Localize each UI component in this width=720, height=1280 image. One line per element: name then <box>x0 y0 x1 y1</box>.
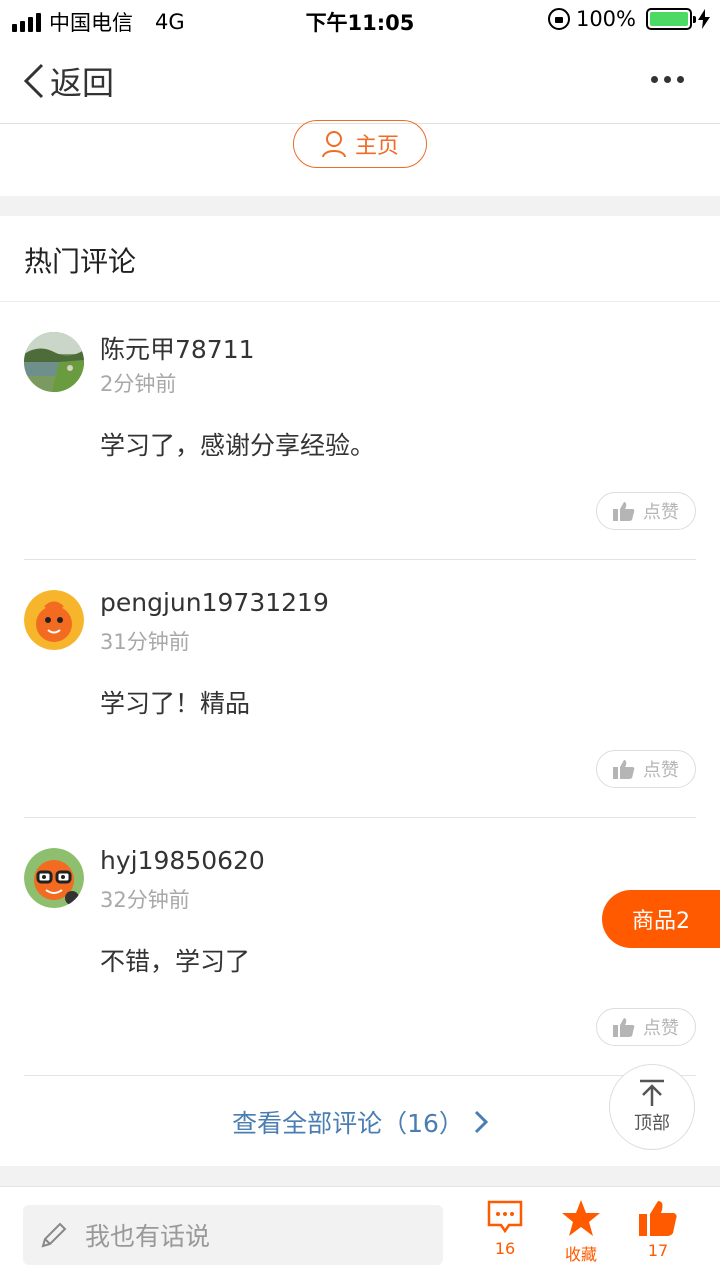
thumbs-up-icon <box>613 1018 635 1037</box>
like-button[interactable]: 点赞 <box>596 1008 696 1046</box>
like-button[interactable]: 点赞 <box>596 492 696 530</box>
comments-action[interactable]: 16 <box>475 1199 535 1258</box>
nav-bar: 返回 <box>0 40 720 124</box>
divider <box>0 196 720 216</box>
goods-button[interactable]: 商品2 <box>602 890 720 948</box>
chevron-right-icon <box>474 1110 488 1134</box>
comment-count: 16 <box>494 1239 516 1258</box>
bottom-bar: 我也有话说 16 收藏 17 <box>0 1186 720 1280</box>
comment-text: 学习了，感谢分享经验。 <box>100 431 376 460</box>
comment-time: 2分钟前 <box>100 372 177 396</box>
comment-item: pengjun19731219 31分钟前 学习了！精品 点赞 <box>24 560 696 818</box>
divider <box>0 1166 720 1186</box>
favorite-label: 收藏 <box>564 1245 597 1264</box>
charging-bolt-icon <box>698 9 710 29</box>
comment-text: 学习了！精品 <box>100 689 251 718</box>
back-label: 返回 <box>50 64 115 102</box>
avatar[interactable] <box>24 848 84 908</box>
thumbs-up-icon <box>613 502 635 521</box>
comment-item: hyj19850620 32分钟前 不错，学习了 点赞 <box>24 818 696 1076</box>
comment-input[interactable]: 我也有话说 <box>23 1205 443 1265</box>
dot-icon <box>664 76 671 83</box>
avatar-mascot-image <box>24 590 84 650</box>
status-right: 100% <box>547 7 710 31</box>
thumbs-up-icon <box>613 760 635 779</box>
dot-icon <box>651 76 658 83</box>
avatar-glasses-mascot-image <box>24 848 84 908</box>
section-title: 热门评论 <box>24 245 137 278</box>
comment-time: 32分钟前 <box>100 888 190 912</box>
battery-percent: 100% <box>575 7 636 31</box>
goods-label: 商品2 <box>632 909 690 934</box>
comment-text: 不错，学习了 <box>100 947 251 976</box>
back-to-top-button[interactable]: 顶部 <box>609 1064 695 1150</box>
avatar-landscape-image <box>24 332 84 392</box>
chevron-left-icon <box>23 63 44 99</box>
like-label: 点赞 <box>643 760 679 781</box>
comment-author[interactable]: 陈元甲78711 <box>100 330 255 366</box>
hot-comments-header: 热门评论 <box>0 216 720 302</box>
battery-icon <box>646 8 696 30</box>
pencil-icon <box>41 1222 67 1248</box>
avatar[interactable] <box>24 590 84 650</box>
comment-item: 陈元甲78711 2分钟前 学习了，感谢分享经验。 点赞 <box>24 302 696 560</box>
back-button[interactable]: 返回 <box>22 58 114 104</box>
like-label: 点赞 <box>643 1018 679 1039</box>
like-button[interactable]: 点赞 <box>596 750 696 788</box>
rotation-lock-icon <box>547 8 570 30</box>
like-action[interactable]: 17 <box>628 1199 688 1260</box>
top-label: 顶部 <box>634 1113 670 1134</box>
view-all-comments-link[interactable]: 查看全部评论（16） <box>232 1104 488 1140</box>
comment-author[interactable]: pengjun19731219 <box>100 588 329 617</box>
favorite-action[interactable]: 收藏 <box>551 1199 611 1265</box>
comment-bubble-icon <box>487 1200 523 1234</box>
more-options-button[interactable] <box>651 76 684 83</box>
like-label: 点赞 <box>643 502 679 523</box>
home-label: 主页 <box>354 134 399 159</box>
star-icon <box>562 1200 600 1236</box>
view-all-label: 查看全部评论（16） <box>232 1109 464 1138</box>
profile-area: 主页 <box>0 120 720 196</box>
comment-time: 31分钟前 <box>100 630 190 654</box>
thumbs-up-icon <box>639 1201 677 1236</box>
arrow-up-icon <box>640 1079 664 1106</box>
person-icon <box>321 131 346 158</box>
dot-icon <box>677 76 684 83</box>
avatar[interactable] <box>24 332 84 392</box>
comment-author[interactable]: hyj19850620 <box>100 846 265 875</box>
home-page-button[interactable]: 主页 <box>293 120 427 168</box>
status-bar: 中国电信 4G 下午11:05 100% <box>0 0 720 40</box>
like-count: 17 <box>647 1241 669 1260</box>
comment-input-placeholder: 我也有话说 <box>85 1222 211 1251</box>
